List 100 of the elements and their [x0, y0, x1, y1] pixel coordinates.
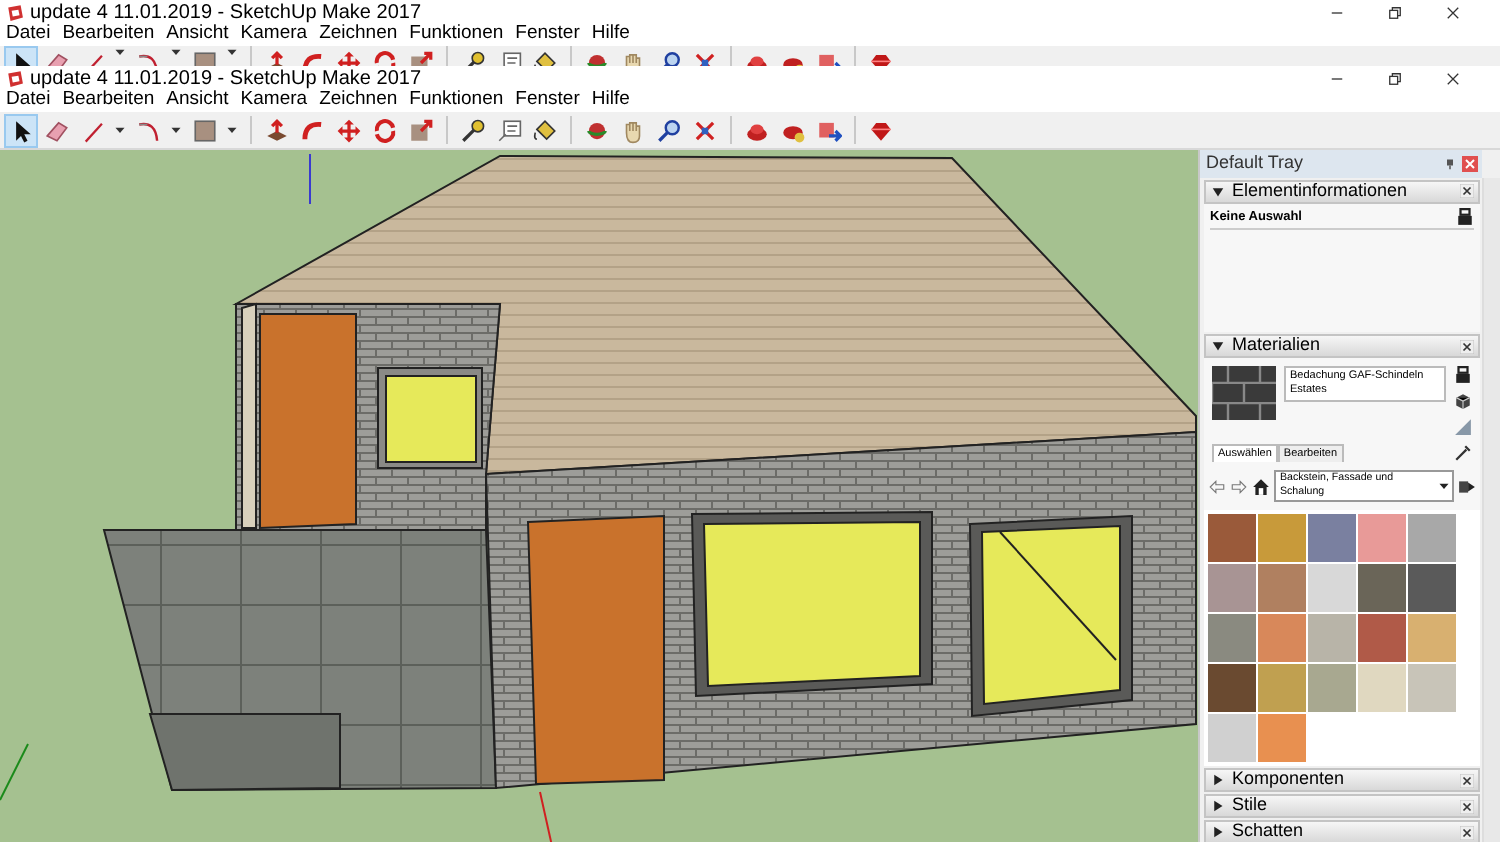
material-swatch[interactable]	[1408, 664, 1456, 712]
restore-icon[interactable]	[1388, 72, 1402, 86]
material-swatch[interactable]	[1308, 664, 1356, 712]
menu-item[interactable]: Ansicht	[166, 20, 229, 50]
material-swatch[interactable]	[1408, 614, 1456, 662]
material-swatch[interactable]	[1258, 664, 1306, 712]
back-arrow-icon[interactable]	[1208, 477, 1226, 495]
caret-icon[interactable]	[114, 124, 126, 136]
material-swatch[interactable]	[1258, 514, 1306, 562]
material-swatch[interactable]	[1208, 614, 1256, 662]
caret-icon[interactable]	[226, 46, 238, 58]
tape-measure-icon	[460, 117, 486, 143]
orbit-icon	[584, 117, 610, 143]
scale-icon	[408, 117, 434, 143]
minimize-icon[interactable]	[1330, 72, 1344, 86]
panel-title: Stile	[1232, 792, 1268, 819]
menu-item[interactable]: Zeichnen	[319, 86, 398, 116]
close-icon[interactable]	[1460, 825, 1474, 839]
caret-icon[interactable]	[170, 46, 182, 58]
close-icon[interactable]	[1460, 339, 1474, 353]
window-title: update 4 11.01.2019 - SketchUp Make 2017	[30, 66, 422, 91]
material-swatch[interactable]	[1358, 664, 1406, 712]
menu-item[interactable]: Ansicht	[166, 86, 229, 116]
menu-item[interactable]: Fenster	[515, 86, 580, 116]
share-icon	[816, 117, 842, 143]
details-arrow-icon[interactable]	[1458, 477, 1476, 495]
pencil-icon	[80, 117, 106, 143]
stack-icon[interactable]	[1456, 207, 1474, 226]
material-swatch[interactable]	[1208, 714, 1256, 762]
panel-header[interactable]: Elementinformationen	[1204, 179, 1480, 203]
expand-arrows-icon	[692, 117, 718, 143]
menu-item[interactable]: Datei	[6, 20, 51, 50]
menu-item[interactable]: Bearbeiten	[62, 86, 155, 116]
material-swatch[interactable]	[1358, 564, 1406, 612]
app-logo-icon	[6, 4, 24, 22]
modeling-viewport[interactable]	[0, 150, 1198, 842]
eraser-icon	[44, 117, 70, 143]
axis-line	[539, 791, 553, 842]
forward-arrow-icon[interactable]	[1230, 477, 1248, 495]
box-arrow-icon	[264, 117, 290, 143]
restore-icon[interactable]	[1388, 6, 1402, 20]
close-icon[interactable]	[1446, 72, 1460, 86]
material-swatch[interactable]	[1208, 664, 1256, 712]
panel-header[interactable]: Komponenten	[1204, 768, 1480, 792]
magnifier-icon	[656, 117, 682, 143]
axis-line	[0, 743, 29, 801]
menu-item[interactable]: Funktionen	[409, 20, 504, 50]
panel-header[interactable]: Materialien	[1204, 334, 1480, 358]
material-swatch[interactable]	[1258, 614, 1306, 662]
eyedropper-icon[interactable]	[1454, 444, 1472, 462]
close-icon[interactable]	[1460, 184, 1474, 198]
menu-item[interactable]: Hilfe	[591, 86, 630, 116]
caret-icon[interactable]	[114, 46, 126, 58]
panel-title: Materialien	[1232, 332, 1321, 359]
move-icon	[336, 117, 362, 143]
close-icon[interactable]	[1460, 799, 1474, 813]
material-swatch[interactable]	[1258, 564, 1306, 612]
caret-icon	[1438, 480, 1450, 492]
stack-icon[interactable]	[1454, 366, 1472, 384]
minimize-icon[interactable]	[1330, 6, 1344, 20]
material-swatch[interactable]	[1308, 614, 1356, 662]
menu-item[interactable]: Kamera	[240, 86, 308, 116]
close-icon[interactable]	[1460, 773, 1474, 787]
hand-icon	[620, 117, 646, 143]
menu-item[interactable]: Bearbeiten	[62, 20, 155, 50]
tool-button[interactable]	[4, 113, 38, 147]
menu-item[interactable]: Zeichnen	[319, 20, 398, 50]
material-swatch[interactable]	[1408, 564, 1456, 612]
menu-item[interactable]: Funktionen	[409, 86, 504, 116]
material-swatch[interactable]	[1258, 714, 1306, 762]
menu-item[interactable]: Hilfe	[591, 20, 630, 50]
app-logo-icon	[6, 70, 24, 88]
panel-title: Schatten	[1232, 818, 1304, 842]
house-model-drawing[interactable]	[102, 155, 1197, 791]
text-label-icon	[496, 117, 522, 143]
material-swatch[interactable]	[1358, 614, 1406, 662]
pin-icon[interactable]	[1444, 157, 1456, 170]
material-swatch[interactable]	[1308, 514, 1356, 562]
panel-header[interactable]: Schatten	[1204, 820, 1480, 842]
material-swatch[interactable]	[1358, 514, 1406, 562]
material-swatch[interactable]	[1308, 564, 1356, 612]
triangle-icon[interactable]	[1454, 418, 1472, 436]
gem-icon	[868, 117, 894, 143]
caret-icon[interactable]	[170, 124, 182, 136]
material-swatch[interactable]	[1208, 514, 1256, 562]
paint-bucket-icon	[532, 117, 558, 143]
cube-icon[interactable]	[1454, 392, 1472, 410]
menu-item[interactable]: Kamera	[240, 20, 308, 50]
menu-item[interactable]: Fenster	[515, 20, 580, 50]
rotate-icon	[372, 117, 398, 143]
menu-item[interactable]: Datei	[6, 86, 51, 116]
window-title: update 4 11.01.2019 - SketchUp Make 2017	[30, 0, 422, 25]
material-swatch[interactable]	[1408, 514, 1456, 562]
material-swatch[interactable]	[1208, 564, 1256, 612]
tray-title: Default Tray	[1206, 150, 1304, 176]
close-icon[interactable]	[1446, 6, 1460, 20]
home-icon[interactable]	[1252, 477, 1270, 495]
panel-header[interactable]: Stile	[1204, 794, 1480, 818]
scrollbar[interactable]	[1482, 178, 1500, 842]
caret-icon[interactable]	[226, 124, 238, 136]
